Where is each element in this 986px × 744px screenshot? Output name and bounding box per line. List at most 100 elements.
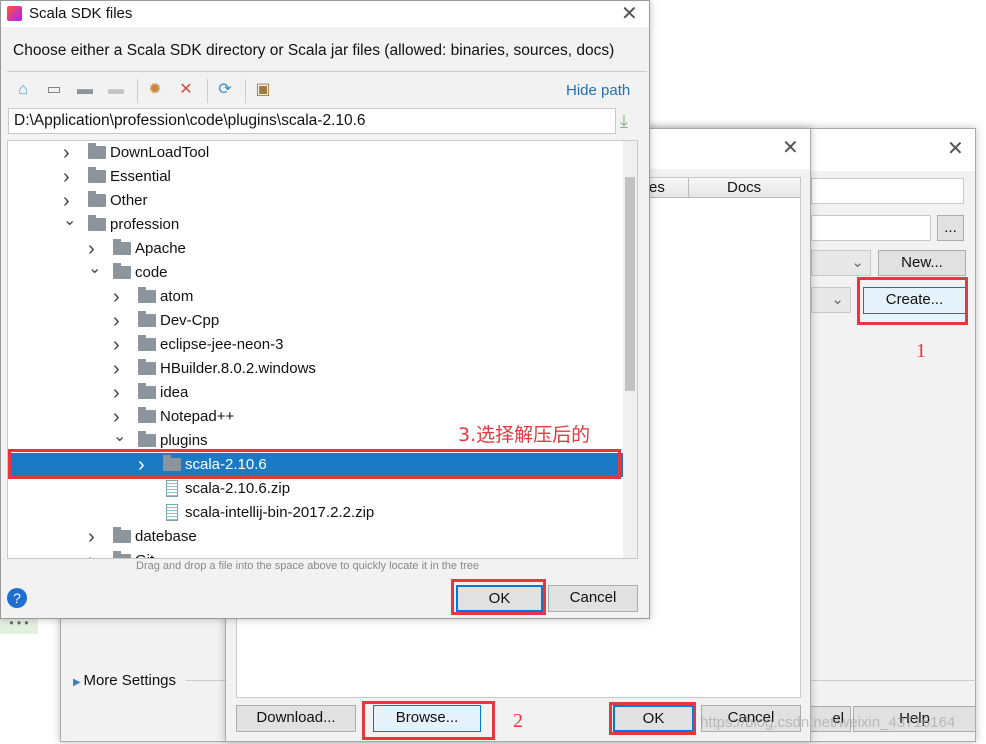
tree-item[interactable]: › Dev-Cpp [8, 309, 623, 333]
folder-icon [88, 191, 106, 207]
tree-item-label: profession [110, 216, 180, 233]
chevron-right-icon[interactable]: › [63, 141, 70, 165]
folder-icon [138, 407, 156, 423]
toolbar-separator [245, 79, 246, 103]
scrollbar[interactable] [623, 141, 637, 558]
tree-item[interactable]: › Essential [8, 165, 623, 189]
chevron-right-icon[interactable]: › [88, 549, 95, 558]
chevron-down-icon: ⌄ [831, 291, 844, 308]
close-icon[interactable]: ✕ [947, 139, 964, 159]
chevron-right-icon[interactable]: › [63, 165, 70, 189]
tree-item[interactable]: ⌄ profession [8, 212, 623, 237]
chevron-down-icon[interactable]: ⌄ [88, 257, 101, 281]
new-folder-icon[interactable]: ✹ [146, 81, 164, 99]
show-hidden-icon[interactable]: ▣ [254, 81, 272, 99]
red-box-create [857, 277, 968, 325]
chevron-down-icon: ⌄ [851, 254, 864, 271]
more-settings-toggle[interactable]: ▶ More Settings [73, 672, 176, 689]
download-path-icon[interactable]: ⤓ [620, 111, 628, 132]
scala-sdk-dropdown[interactable]: ⌄ [811, 287, 851, 313]
new-sdk-button[interactable]: New... [878, 250, 966, 276]
desktop-icon[interactable]: ▭ [45, 81, 63, 99]
folder-icon [113, 527, 131, 543]
folder-icon [88, 143, 106, 159]
chevron-down-icon[interactable]: ⌄ [113, 425, 126, 449]
tree-item-label: eclipse-jee-neon-3 [160, 336, 284, 353]
triangle-right-icon: ▶ [73, 677, 84, 688]
annotation-step1: 1 [916, 340, 926, 362]
toolbar-separator [137, 79, 138, 103]
green-ellipsis: • • • [0, 617, 38, 634]
tree-item[interactable]: › Git [8, 549, 623, 558]
help-icon[interactable]: ? [7, 588, 27, 608]
red-box-ok [609, 702, 696, 735]
tree-item-label: Git [135, 549, 154, 558]
tree-item[interactable]: › idea [8, 381, 623, 405]
scala-sdk-files-dialog: Scala SDK files ✕ Choose either a Scala … [0, 0, 650, 619]
annotation-step3: 3.选择解压后的 [458, 424, 591, 446]
chevron-right-icon[interactable]: › [113, 309, 120, 333]
chevron-down-icon[interactable]: ⌄ [63, 209, 76, 233]
tree-item-label: atom [160, 288, 194, 305]
close-icon[interactable]: ✕ [621, 4, 638, 24]
project-icon[interactable]: ▬ [107, 81, 125, 99]
file-tree[interactable]: › DownLoadTool › Essential › Other ⌄ profession… [7, 140, 638, 559]
red-box-browse [362, 701, 495, 740]
tree-item[interactable]: scala-intellij-bin-2017.2.2.zip [8, 501, 623, 525]
tree-item-label: DownLoadTool [110, 144, 210, 161]
folder-icon [113, 239, 131, 255]
drag-drop-hint: Drag and drop a file into the space abov… [136, 560, 480, 572]
folder-icon [113, 263, 131, 279]
chevron-right-icon[interactable]: › [113, 285, 120, 309]
watermark: https://blog.csdn.net/weixin_43716164 [700, 714, 956, 731]
dialog-title: Scala SDK files [29, 5, 133, 22]
folder-icon [138, 287, 156, 303]
tree-item[interactable]: › HBuilder.8.0.2.windows [8, 357, 623, 381]
toolbar-separator [207, 79, 208, 103]
red-box-front-ok [451, 579, 546, 615]
cancel-button[interactable]: Cancel [548, 585, 638, 612]
tree-item-label: Other [110, 192, 148, 209]
tree-item[interactable]: scala-2.10.6.zip [8, 477, 623, 501]
app-icon [7, 6, 22, 21]
delete-icon[interactable]: ✕ [177, 81, 195, 99]
annotation-step2: 2 [513, 710, 523, 732]
path-field[interactable]: D:\Application\profession\code\plugins\s… [8, 108, 616, 134]
download-button[interactable]: Download... [236, 705, 356, 732]
chevron-right-icon[interactable]: › [113, 357, 120, 381]
home-icon[interactable]: ⌂ [14, 81, 32, 99]
tree-item[interactable]: ⌄ code [8, 260, 623, 285]
chevron-right-icon[interactable]: › [113, 333, 120, 357]
chevron-right-icon[interactable]: › [88, 525, 95, 549]
red-box-selected [8, 449, 621, 479]
folder-icon [138, 431, 156, 447]
scrollbar-thumb[interactable] [625, 177, 635, 391]
tree-item-label: code [135, 264, 168, 281]
browse-location-button[interactable]: ... [937, 215, 964, 241]
folder-icon [138, 383, 156, 399]
tree-item-label: HBuilder.8.0.2.windows [160, 360, 316, 377]
tree-item-label: Notepad++ [160, 408, 235, 425]
location-field[interactable] [811, 215, 931, 241]
toolbar-top-divider [7, 71, 647, 72]
tree-item[interactable]: › datebase [8, 525, 623, 549]
docs-column-header[interactable]: Docs [727, 179, 761, 196]
close-icon[interactable]: ✕ [782, 138, 799, 158]
name-field[interactable] [811, 178, 964, 204]
project-sdk-dropdown[interactable]: ⌄ [811, 250, 871, 276]
tree-item-label: datebase [135, 528, 197, 545]
tree-item[interactable]: › eclipse-jee-neon-3 [8, 333, 623, 357]
folder-icon [88, 215, 106, 231]
zip-file-icon [166, 504, 178, 521]
refresh-icon[interactable]: ⟳ [216, 81, 234, 99]
tree-item[interactable]: › DownLoadTool [8, 141, 623, 165]
folder-icon [88, 167, 106, 183]
module-icon[interactable]: ▬ [76, 81, 94, 99]
tree-item[interactable]: › atom [8, 285, 623, 309]
hide-path-link[interactable]: Hide path [566, 82, 630, 99]
tree-item[interactable]: › Other [8, 189, 623, 213]
folder-icon [113, 551, 131, 558]
chevron-right-icon[interactable]: › [113, 381, 120, 405]
tree-item-label: Essential [110, 168, 171, 185]
folder-icon [138, 311, 156, 327]
